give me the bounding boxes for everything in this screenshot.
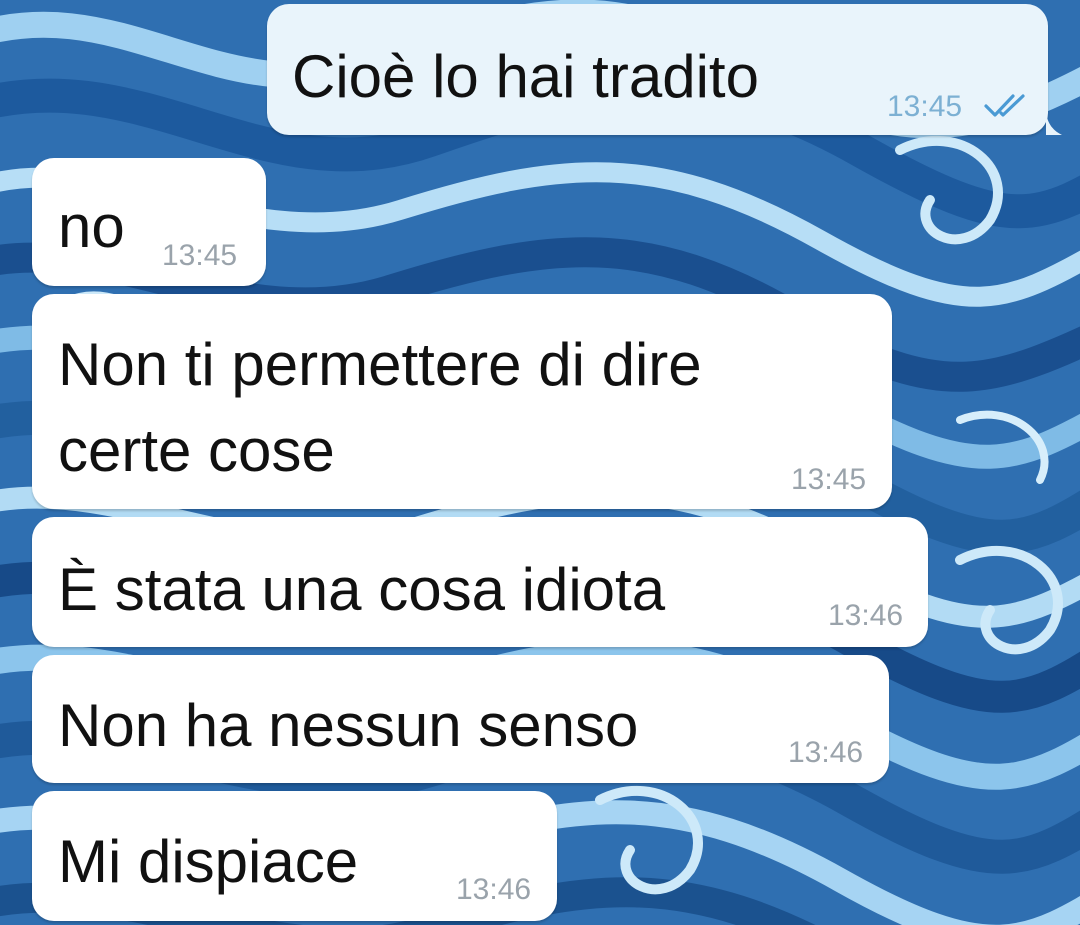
message-text: Non ha nessun senso [58, 692, 639, 759]
message-timestamp: 13:45 [887, 90, 963, 123]
message-bubble-incoming[interactable]: Non ti permettere di dire certe cose 13:… [32, 294, 892, 509]
message-timestamp: 13:46 [456, 873, 532, 906]
message-bubble-incoming[interactable]: È stata una cosa idiota 13:46 [32, 517, 928, 647]
message-text: no [58, 193, 125, 260]
message-text-line: certe cose [58, 417, 335, 484]
message-bubble-incoming[interactable]: Mi dispiace 13:46 [32, 791, 557, 921]
message-timestamp: 13:45 [162, 239, 238, 272]
message-timestamp: 13:46 [828, 599, 904, 632]
message-timestamp: 13:45 [791, 463, 867, 496]
message-bubble-incoming[interactable]: Non ha nessun senso 13:46 [32, 655, 889, 783]
message-text-line: Non ti permettere di dire [58, 331, 702, 398]
message-text: Mi dispiace [58, 828, 359, 895]
message-text: È stata una cosa idiota [58, 556, 666, 623]
double-check-icon [984, 94, 1025, 117]
message-bubble-outgoing[interactable]: Cioè lo hai tradito 13:45 [267, 4, 1062, 135]
message-text: Cioè lo hai tradito [292, 43, 759, 110]
bubble-tail [1046, 113, 1062, 135]
message-bubble-incoming[interactable]: no 13:45 [32, 158, 266, 286]
message-timestamp: 13:46 [788, 736, 864, 769]
